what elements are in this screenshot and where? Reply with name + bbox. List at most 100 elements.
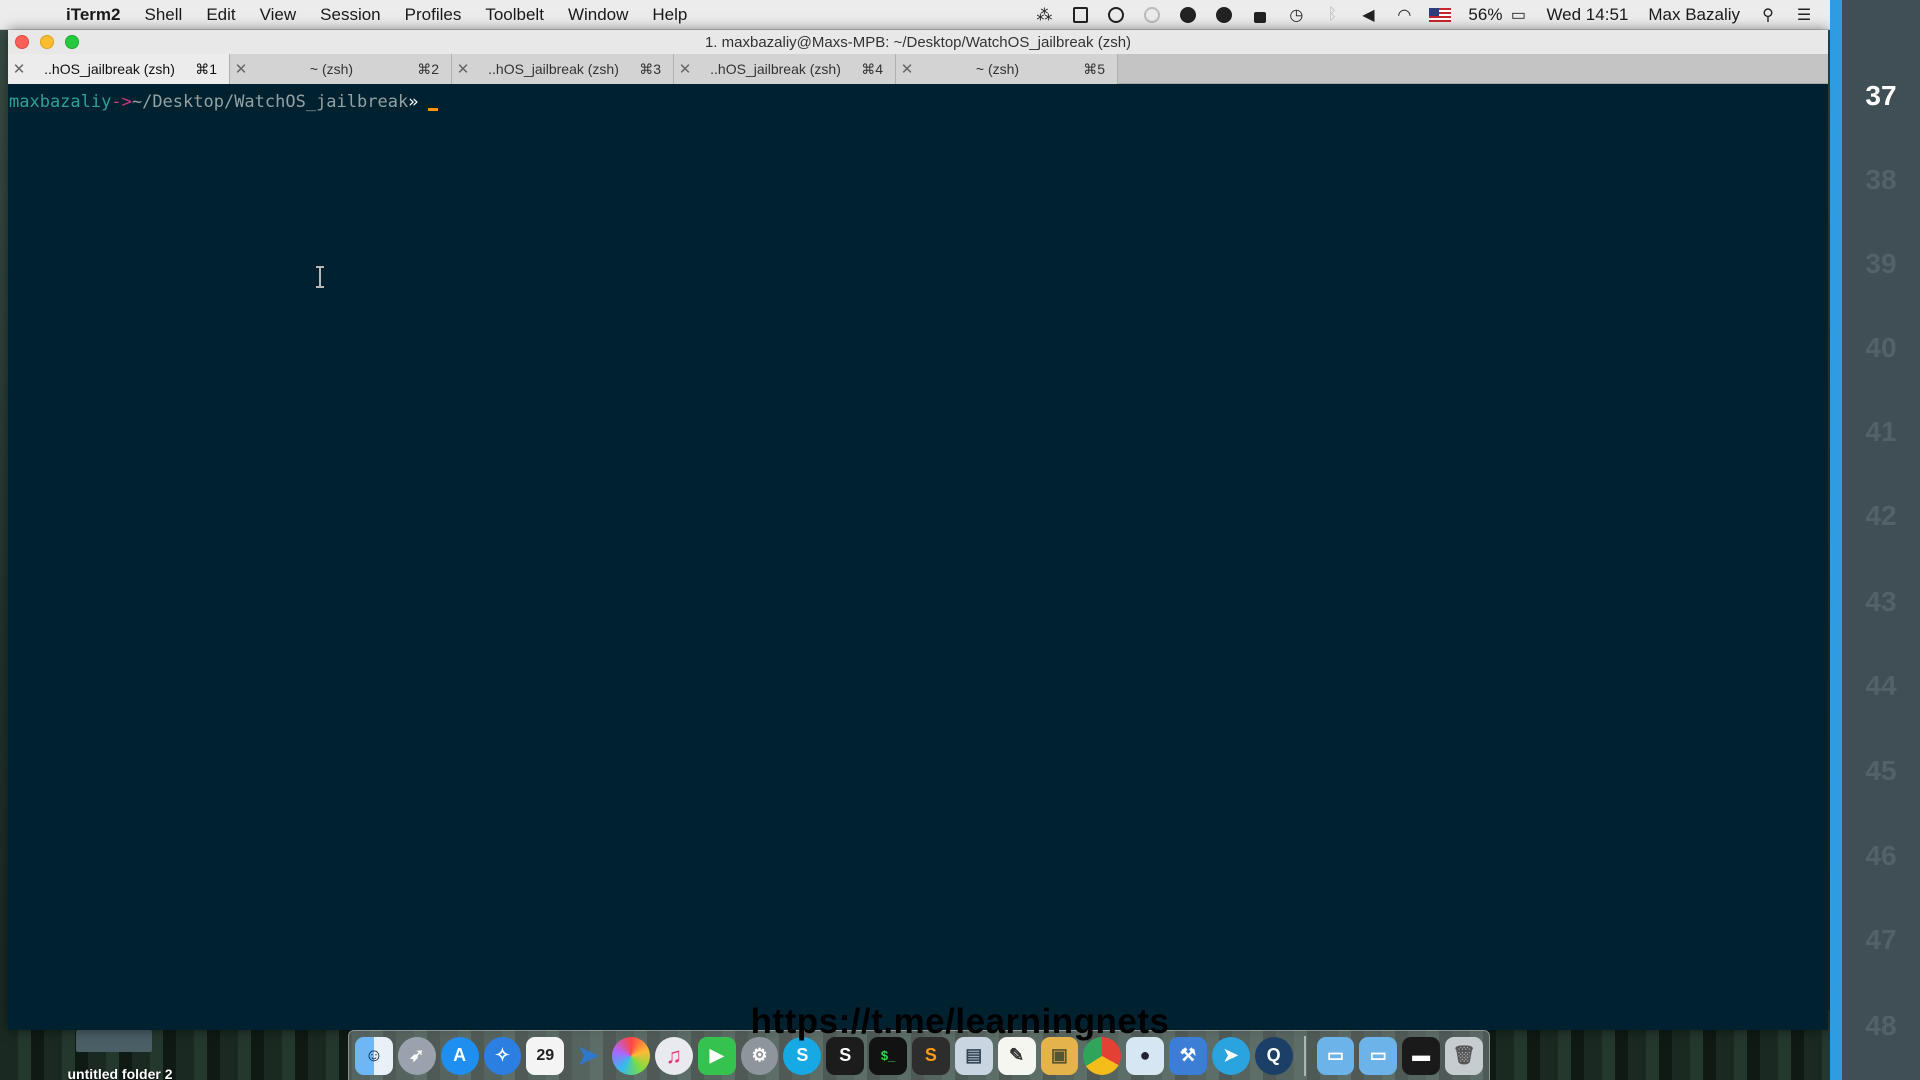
itunes-icon[interactable]: ♫	[654, 1036, 693, 1075]
calendar-icon[interactable]: 29	[526, 1036, 565, 1075]
prompt-arrow: ->	[111, 92, 132, 112]
close-window-button[interactable]	[15, 35, 29, 49]
side-number: 42	[1865, 500, 1897, 531]
menu-view[interactable]: View	[248, 5, 309, 25]
system-preferences-icon[interactable]: ⚙	[740, 1036, 779, 1075]
traffic-lights	[15, 35, 79, 49]
owl-app-icon[interactable]: ●	[1126, 1036, 1165, 1075]
tab-2[interactable]: ✕ ~ (zsh) ⌘2	[230, 54, 452, 84]
time-machine-icon[interactable]: ◷	[1278, 0, 1314, 30]
battery-icon[interactable]: ▭	[1500, 0, 1536, 30]
tab-title: ~ (zsh)	[975, 61, 1020, 77]
prompt-user: maxbazaliy	[9, 92, 112, 112]
xcode-icon[interactable]: ⚒	[1169, 1036, 1207, 1075]
tab-1[interactable]: ✕ ..hOS_jailbreak (zsh) ⌘1	[8, 54, 230, 84]
transmit-icon[interactable]: ▣	[1040, 1036, 1079, 1075]
tab-close-icon[interactable]: ✕	[8, 60, 30, 78]
tab-title: ..hOS_jailbreak (zsh)	[710, 61, 841, 77]
tab-bar: ✕ ..hOS_jailbreak (zsh) ⌘1 ✕ ~ (zsh) ⌘2 …	[8, 54, 1828, 84]
tab-shortcut: ⌘2	[417, 60, 439, 77]
telegram-icon[interactable]: ➤	[1211, 1036, 1250, 1075]
photos-icon[interactable]	[612, 1036, 650, 1075]
preview-icon[interactable]: ▤	[954, 1036, 993, 1075]
facetime-icon[interactable]: ▶	[697, 1036, 736, 1075]
dock-separator	[1303, 1035, 1306, 1076]
spotlight-search-icon[interactable]: ⚲	[1750, 0, 1786, 30]
documents-folder-icon[interactable]: ▭	[1359, 1036, 1398, 1075]
clock[interactable]: Wed 14:51	[1536, 5, 1638, 25]
tab-5[interactable]: ✕ ~ (zsh) ⌘5	[896, 54, 1118, 84]
menu-shell[interactable]: Shell	[133, 5, 195, 25]
side-accent-bar	[1830, 0, 1842, 1080]
tab-close-icon[interactable]: ✕	[230, 60, 252, 78]
prompt-line: maxbazaliy->~/Desktop/WatchOS_jailbreak»	[9, 92, 1828, 112]
skype-icon[interactable]: S	[783, 1036, 822, 1075]
bluetooth-icon[interactable]: ᛒ	[1314, 0, 1350, 30]
menu-session[interactable]: Session	[308, 5, 392, 25]
desktop-screen-icon[interactable]: ▬	[1402, 1036, 1441, 1075]
status-area: ⁂ ◷ ᛒ ◀ ◠ 56% ▭ Wed 14:51 Max Bazaliy ⚲ …	[1026, 0, 1822, 30]
menu-window[interactable]: Window	[556, 5, 640, 25]
menu-help[interactable]: Help	[640, 5, 699, 25]
app-store-icon[interactable]: A	[440, 1036, 479, 1075]
side-panel: 37 38 39 40 41 42 43 44 45 46 47 48	[1830, 0, 1920, 1080]
side-number: 40	[1865, 332, 1897, 363]
tab-bar-empty[interactable]	[1118, 54, 1828, 83]
volume-icon[interactable]: ◀	[1350, 0, 1386, 30]
lock-icon[interactable]	[1242, 0, 1278, 30]
record-icon[interactable]	[1134, 0, 1170, 30]
menu-toolbelt[interactable]: Toolbelt	[473, 5, 556, 25]
chrome-icon[interactable]	[1083, 1036, 1122, 1075]
finder-icon[interactable]: ☺	[355, 1036, 393, 1075]
desktop-folder-label[interactable]: untitled folder 2	[40, 1066, 200, 1080]
desktop-folder-icon[interactable]	[76, 1030, 152, 1052]
side-number: 45	[1865, 755, 1897, 786]
zoom-window-button[interactable]	[65, 35, 79, 49]
menu-bar: iTerm2 Shell Edit View Session Profiles …	[0, 0, 1830, 30]
sublime-text-icon[interactable]: S	[911, 1036, 950, 1075]
notification-center-icon[interactable]: ☰	[1786, 0, 1822, 30]
safari-icon[interactable]: ✧	[483, 1036, 522, 1075]
tab-3[interactable]: ✕ ..hOS_jailbreak (zsh) ⌘3	[452, 54, 674, 84]
onepassword-icon[interactable]	[1098, 0, 1134, 30]
m-app-icon[interactable]	[1170, 0, 1206, 30]
trash-icon[interactable]: 🗑	[1445, 1036, 1483, 1075]
side-number: 47	[1865, 924, 1897, 955]
user-name[interactable]: Max Bazaliy	[1638, 5, 1750, 25]
wifi-icon[interactable]: ◠	[1386, 0, 1422, 30]
applications-folder-icon[interactable]: ▭	[1316, 1036, 1355, 1075]
side-number: 48	[1865, 1010, 1897, 1041]
tab-close-icon[interactable]: ✕	[674, 60, 696, 78]
quicktime-icon[interactable]: Q	[1254, 1036, 1293, 1075]
side-number: 46	[1865, 840, 1897, 871]
prompt-symbol: »	[408, 92, 419, 112]
input-flag-icon[interactable]	[1422, 0, 1458, 30]
textedit-icon[interactable]: ✎	[997, 1036, 1036, 1075]
dropbox-icon[interactable]: ⁂	[1026, 0, 1062, 30]
iterm-window: 1. maxbazaliy@Maxs-MPB: ~/Desktop/WatchO…	[8, 30, 1828, 1030]
s-app-icon[interactable]: S	[826, 1036, 865, 1075]
side-number: 44	[1865, 670, 1897, 701]
tab-4[interactable]: ✕ ..hOS_jailbreak (zsh) ⌘4	[674, 54, 896, 84]
tab-shortcut: ⌘4	[861, 60, 883, 77]
side-number: 39	[1865, 248, 1897, 279]
tab-close-icon[interactable]: ✕	[452, 60, 474, 78]
app-box-icon[interactable]	[1062, 0, 1098, 30]
prompt-path: ~/Desktop/WatchOS_jailbreak	[131, 92, 409, 112]
window-titlebar[interactable]: 1. maxbazaliy@Maxs-MPB: ~/Desktop/WatchO…	[8, 30, 1828, 54]
minimize-window-button[interactable]	[40, 35, 54, 49]
chat-bubble-icon[interactable]	[1206, 0, 1242, 30]
window-title: 1. maxbazaliy@Maxs-MPB: ~/Desktop/WatchO…	[704, 33, 1132, 51]
menu-app-name[interactable]: iTerm2	[54, 5, 133, 25]
side-number: 37	[1865, 80, 1897, 111]
launchpad-icon[interactable]: ➶	[397, 1036, 436, 1075]
terminal-area[interactable]: maxbazaliy->~/Desktop/WatchOS_jailbreak»	[8, 84, 1828, 1030]
terminal-icon[interactable]: $_	[869, 1036, 907, 1075]
tab-title: ~ (zsh)	[309, 61, 354, 77]
tab-close-icon[interactable]: ✕	[896, 60, 918, 78]
side-number: 41	[1865, 416, 1897, 447]
menu-profiles[interactable]: Profiles	[393, 5, 474, 25]
menu-edit[interactable]: Edit	[194, 5, 247, 25]
mail-icon[interactable]: ➤	[569, 1037, 607, 1075]
side-number-list: 37 38 39 40 41 42 43 44 45 46 47 48	[1842, 0, 1920, 1080]
